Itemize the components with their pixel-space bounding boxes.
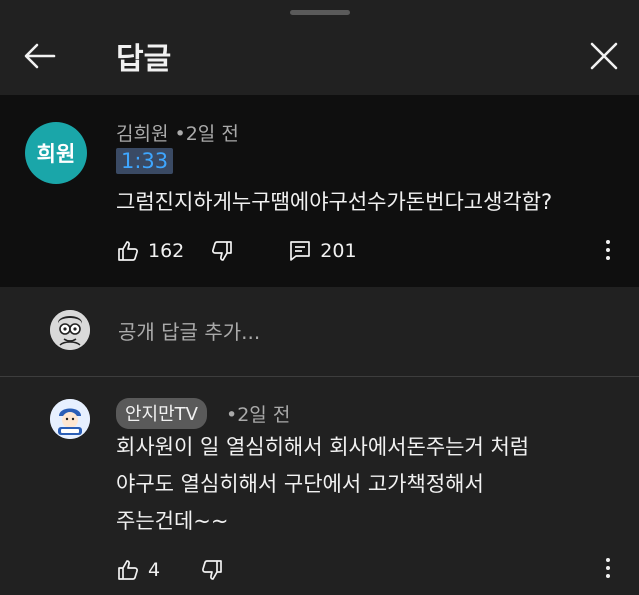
back-button[interactable] — [22, 38, 58, 74]
reply-dislike-button[interactable] — [200, 558, 224, 582]
commenter-avatar[interactable]: 희원 — [25, 122, 87, 184]
thumbs-down-icon — [202, 560, 222, 580]
reply-like-button[interactable]: 4 — [116, 558, 160, 582]
add-reply-row[interactable]: 공개 답글 추가... — [0, 296, 639, 366]
timestamp-link[interactable]: 1:33 — [116, 148, 174, 174]
thumbs-up-icon — [118, 560, 138, 580]
reply-more-options-button[interactable] — [604, 558, 612, 578]
reply-count: 201 — [320, 240, 357, 262]
highlighted-comment: 희원 김희원 •2일 전 1:33 그럼진지하게누구땜에야구선수가돈번다고생각함… — [0, 95, 639, 287]
user-avatar — [50, 310, 90, 350]
more-icon — [606, 558, 610, 562]
close-icon — [590, 42, 618, 70]
comment-text: 그럼진지하게누구땜에야구선수가돈번다고생각함? — [116, 190, 553, 214]
more-options-button[interactable] — [604, 240, 612, 260]
channel-logo-icon — [50, 399, 90, 439]
meta-separator: • — [174, 123, 186, 145]
reply-input[interactable]: 공개 답글 추가... — [118, 316, 260, 345]
arrow-left-icon — [24, 43, 56, 69]
avatar-text: 희원 — [36, 142, 76, 166]
divider — [0, 376, 639, 377]
thumbs-down-icon — [212, 241, 233, 261]
reply-text-line: 야구도 열심히해서 구단에서 고가책정해서 — [116, 472, 484, 496]
channel-avatar[interactable] — [50, 399, 90, 439]
close-button[interactable] — [586, 38, 622, 74]
reply-text: 회사원이 일 열심히해서 회사에서돈주는거 처럼 야구도 열심히해서 구단에서 … — [116, 429, 529, 540]
like-count: 162 — [148, 240, 185, 262]
more-icon — [606, 240, 610, 244]
reply-text-line: 회사원이 일 열심히해서 회사에서돈주는거 처럼 — [116, 435, 530, 459]
reply-count-button[interactable]: 201 — [288, 239, 357, 263]
cartoon-face-icon — [50, 310, 90, 350]
thumbs-up-icon — [118, 241, 138, 261]
reply-meta: •2일 전 — [226, 400, 290, 427]
comment-icon — [290, 241, 311, 261]
dislike-button[interactable] — [210, 239, 234, 263]
comment-author[interactable]: 김희원 — [116, 123, 168, 145]
comment-date: 2일 전 — [185, 123, 239, 145]
like-count: 4 — [148, 559, 161, 581]
page-title: 답글 — [116, 42, 172, 77]
like-button[interactable]: 162 — [116, 239, 184, 263]
header: 답글 — [0, 18, 639, 90]
reply-date: 2일 전 — [237, 404, 291, 426]
comment-actions: 162 201 — [116, 236, 357, 266]
reply-actions: 4 — [116, 555, 224, 585]
drag-handle[interactable] — [290, 10, 350, 15]
reply-comment: 안지만TV •2일 전 회사원이 일 열심히해서 회사에서돈주는거 처럼 야구도… — [0, 385, 639, 595]
reply-text-line: 주는건데~~ — [116, 509, 229, 533]
meta-separator: • — [226, 404, 238, 426]
channel-name-badge[interactable]: 안지만TV — [116, 398, 207, 429]
comment-meta: 김희원 •2일 전 — [116, 119, 239, 146]
